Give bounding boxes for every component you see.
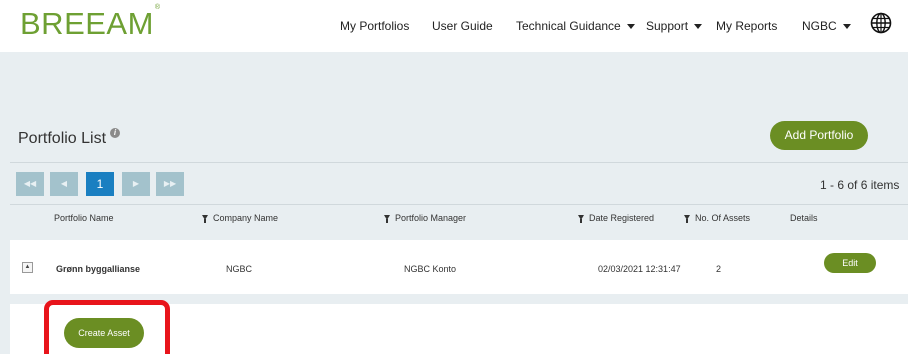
nav-technical-guidance[interactable]: Technical Guidance (516, 19, 635, 33)
table-row (10, 240, 908, 294)
cell-date-registered: 02/03/2021 12:31:47 (598, 264, 681, 274)
nav-my-reports[interactable]: My Reports (716, 19, 777, 33)
filter-icon[interactable] (684, 215, 690, 223)
top-header: BREEAM® My Portfolios User Guide Technic… (0, 0, 908, 52)
pager-last-button[interactable]: ▶▶ (156, 172, 184, 196)
column-header-no-of-assets[interactable]: No. Of Assets (684, 213, 750, 223)
filter-icon[interactable] (578, 215, 584, 223)
filter-icon[interactable] (202, 215, 208, 223)
pager-page-1[interactable]: 1 (86, 172, 114, 196)
divider (10, 162, 908, 163)
first-page-icon: ◀◀ (23, 179, 37, 188)
last-page-icon: ▶▶ (163, 179, 177, 188)
highlight-box (44, 300, 170, 354)
cell-portfolio-manager: NGBC Konto (404, 264, 457, 274)
filter-icon[interactable] (384, 215, 390, 223)
column-header-portfolio-name[interactable]: Portfolio Name (54, 213, 114, 223)
column-header-details: Details (790, 213, 818, 223)
breeam-logo[interactable]: BREEAM® (20, 4, 161, 42)
prev-page-icon: ◀ (60, 179, 68, 188)
page-title: Portfolio List (18, 130, 107, 147)
info-icon[interactable]: i (110, 128, 120, 138)
chevron-down-icon (842, 24, 851, 29)
next-page-icon: ▶ (132, 179, 140, 188)
chevron-down-icon (626, 24, 635, 29)
divider (10, 204, 908, 205)
nav-my-portfolios[interactable]: My Portfolios (340, 19, 409, 33)
nav-support[interactable]: Support (646, 19, 703, 33)
cell-portfolio-name: Grønn byggallianse (56, 264, 141, 274)
expand-row-icon[interactable]: ▲ (22, 262, 33, 273)
column-header-company-name[interactable]: Company Name (202, 213, 278, 223)
edit-button[interactable]: Edit (824, 253, 876, 273)
add-portfolio-button[interactable]: Add Portfolio (770, 121, 868, 150)
cell-no-of-assets: 2 (716, 264, 722, 274)
column-header-date-registered[interactable]: Date Registered (578, 213, 654, 223)
nav-ngbc[interactable]: NGBC (802, 19, 851, 33)
chevron-down-icon (694, 24, 703, 29)
nav-user-guide[interactable]: User Guide (432, 19, 493, 33)
cell-company-name: NGBC (226, 264, 253, 274)
pager-next-button[interactable]: ▶ (122, 172, 150, 196)
pager-prev-button[interactable]: ◀ (50, 172, 78, 196)
column-header-portfolio-manager[interactable]: Portfolio Manager (384, 213, 466, 223)
items-count: 1 - 6 of 6 items (820, 178, 900, 192)
pager-first-button[interactable]: ◀◀ (16, 172, 44, 196)
globe-icon[interactable] (870, 12, 892, 34)
